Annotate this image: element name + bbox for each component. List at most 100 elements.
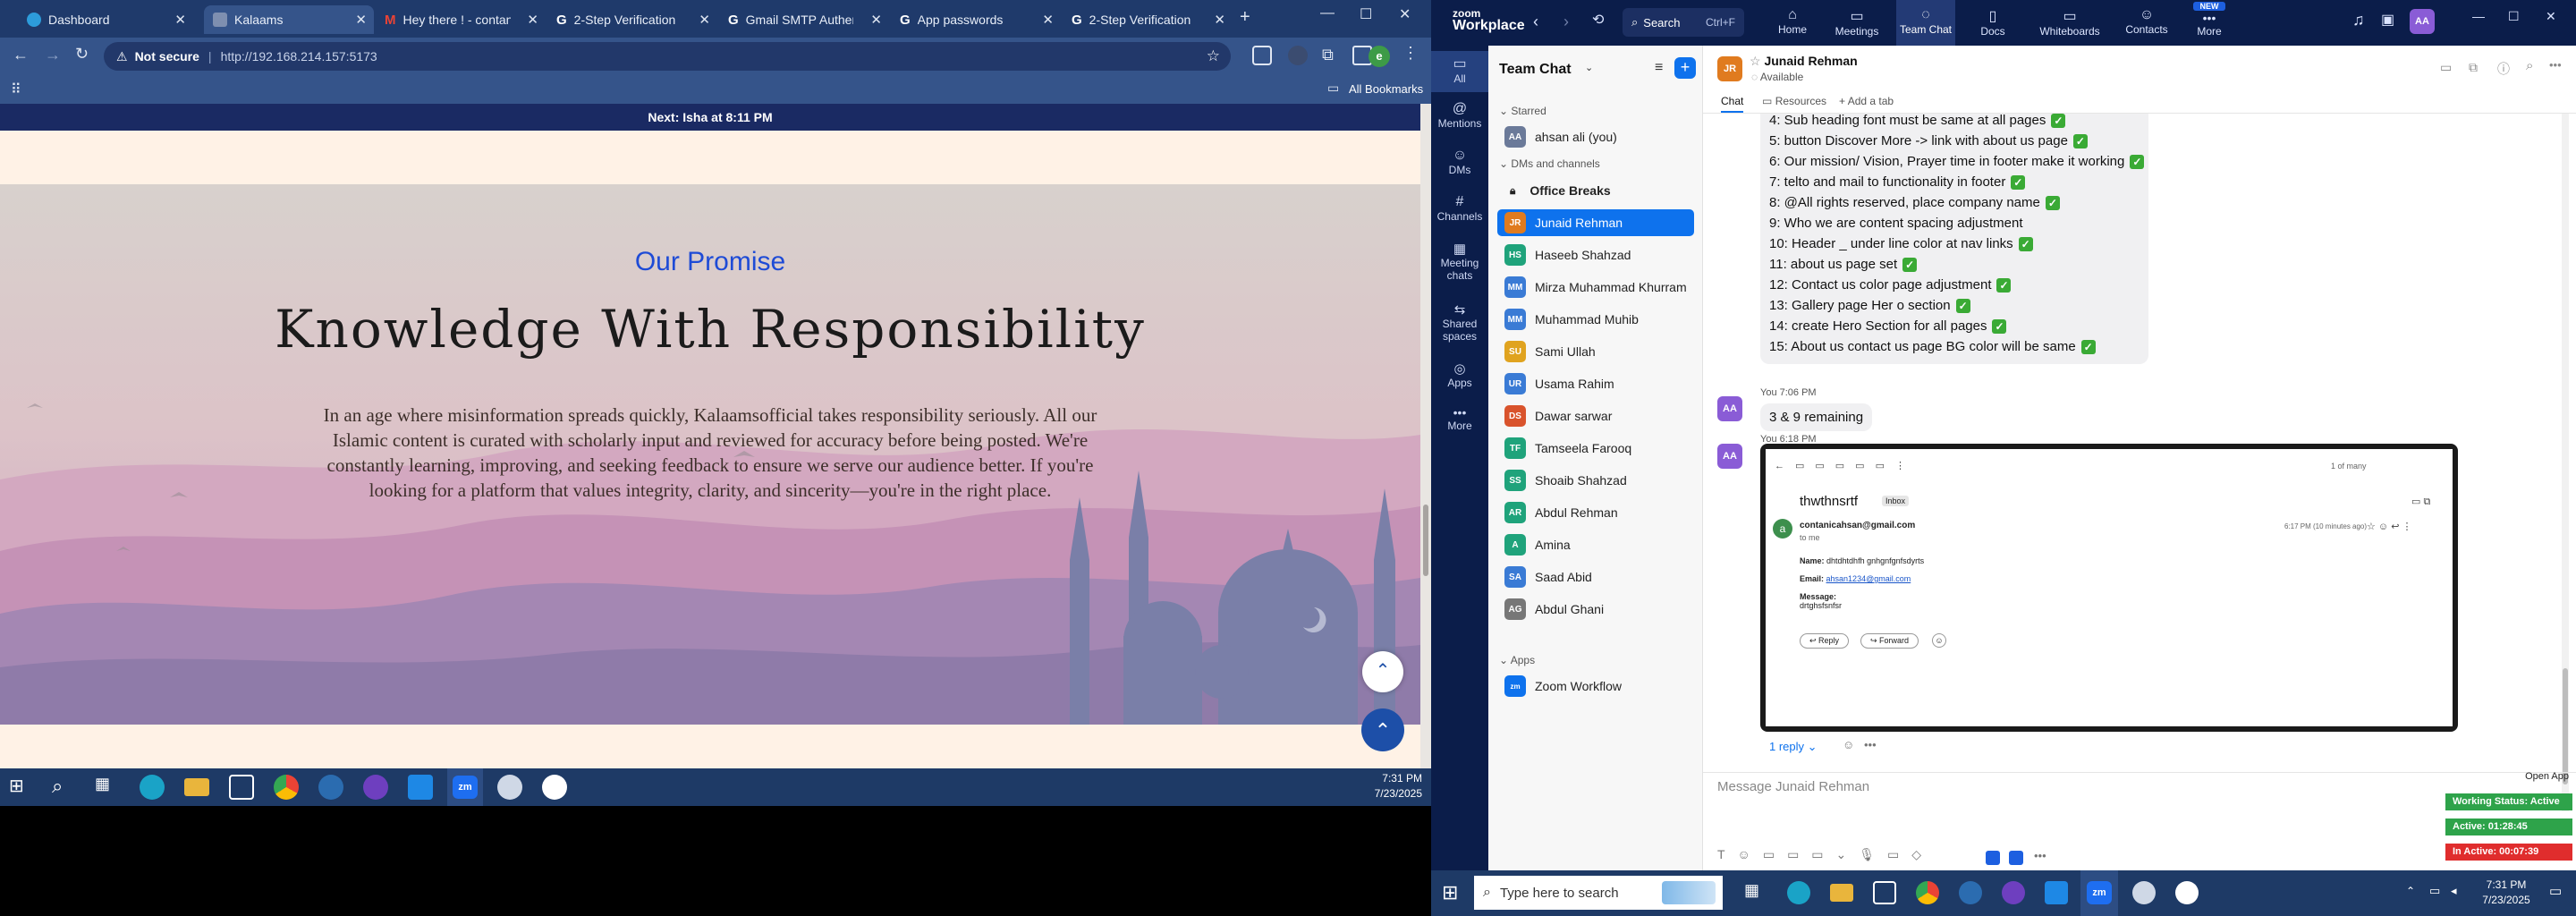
new-tab-icon[interactable]: + (1240, 7, 1250, 28)
search-icon[interactable]: ⌕ (2526, 58, 2533, 73)
volume-icon[interactable]: ◂ (2451, 884, 2457, 898)
nav-docs[interactable]: ▯ Docs (1971, 7, 2014, 38)
tab-kalaams[interactable]: Kalaams ✕ (204, 5, 374, 34)
store-icon[interactable] (229, 775, 254, 800)
add-reaction-icon[interactable]: ☺ (1843, 738, 1854, 751)
contact-item[interactable]: AG Abdul Ghani (1497, 596, 1694, 623)
puzzle-icon[interactable]: ⧉ (1322, 46, 1334, 64)
composer-toolbar-icons[interactable]: T☺▭▭▭⌄🎙︎▭◇ (1717, 847, 1934, 862)
tab-smtp[interactable]: G Gmail SMTP Authentic ✕ (719, 5, 889, 34)
contact-item[interactable]: SS Shoaib Shahzad (1497, 467, 1694, 494)
contact-self[interactable]: AA ahsan ali (you) (1497, 123, 1694, 150)
nav-whiteboards[interactable]: ▭ Whiteboards (2036, 7, 2104, 38)
rail-shared-spaces[interactable]: ⇆ Shared spaces (1431, 301, 1488, 343)
contact-item[interactable]: SU Sami Ullah (1497, 338, 1694, 365)
close-icon[interactable]: ✕ (870, 12, 882, 28)
chrome-icon[interactable] (1916, 881, 1939, 904)
chevron-down-icon[interactable]: ⌄ (1585, 62, 1593, 73)
screen-icon[interactable]: ⧉ (2469, 60, 2478, 75)
windows-start-icon[interactable]: ⊞ (1442, 881, 1458, 904)
history-icon[interactable]: ⟲ (1592, 11, 1604, 29)
dms-section[interactable]: ⌄ DMs and channels (1499, 157, 1600, 170)
scrollbar-thumb[interactable] (2563, 668, 2568, 785)
nav-team-chat[interactable]: ◌ Team Chat (1896, 0, 1955, 46)
file-explorer-icon[interactable] (1830, 884, 1853, 902)
close-icon[interactable]: ✕ (1042, 12, 1054, 28)
search-icon[interactable]: ⌕ (52, 775, 77, 800)
edge-icon[interactable] (140, 775, 165, 800)
contact-item[interactable]: MM Mirza Muhammad Khurram (1497, 274, 1694, 301)
video-icon[interactable]: ▭ (2440, 60, 2452, 75)
whiteboard-small-icon[interactable]: ▣ (2381, 11, 2394, 29)
contact-item[interactable]: JR Junaid Rehman (1497, 209, 1694, 236)
zoom-taskbar-highlight[interactable]: zm (2080, 870, 2118, 916)
app-icon[interactable] (318, 775, 343, 800)
app-icon[interactable] (542, 775, 567, 800)
nav-meetings[interactable]: ▭ Meetings (1830, 7, 1884, 38)
taskbar-search-box[interactable]: ⌕ Type here to search (1474, 876, 1723, 910)
app-shortcut-icon[interactable] (1986, 851, 2000, 865)
extension-icon[interactable] (1252, 46, 1272, 65)
nav-contacts[interactable]: ☺ Contacts (2120, 7, 2174, 36)
app-zoom-workflow[interactable]: zm Zoom Workflow (1497, 673, 1694, 700)
tab-dashboard[interactable]: Dashboard ✕ (18, 5, 193, 34)
file-explorer-icon[interactable] (184, 778, 209, 796)
more-icon[interactable]: ••• (2549, 58, 2562, 72)
address-bar[interactable]: ⚠ Not secure | http://192.168.214.157:51… (104, 42, 1231, 71)
reload-icon[interactable]: ↻ (75, 45, 89, 64)
contact-item[interactable]: A Amina (1497, 531, 1694, 558)
contact-item[interactable]: SA Saad Abid (1497, 564, 1694, 590)
more-icon[interactable]: ••• (2034, 849, 2046, 862)
tab-add[interactable]: + Add a tab (1839, 95, 1894, 107)
apps-grid-icon[interactable]: ⠿ (11, 81, 21, 98)
open-app-label[interactable]: Open App (2442, 771, 2576, 784)
store-icon[interactable] (1873, 881, 1896, 904)
user-avatar[interactable]: AA (2410, 9, 2435, 34)
rail-channels[interactable]: # Channels (1431, 194, 1488, 223)
rail-apps[interactable]: ◎ Apps (1431, 360, 1488, 389)
starred-section[interactable]: ⌄ Starred (1499, 105, 1546, 117)
message-composer[interactable]: Message Junaid Rehman (1717, 779, 2522, 833)
close-icon[interactable]: ✕ (174, 12, 186, 28)
chrome-icon[interactable] (274, 775, 299, 800)
screenshot-attachment[interactable]: ←▭▭▭▭▭⋮ 1 of many thwthnsrtf Inbox ▭ ⧉ a… (1760, 444, 2458, 732)
forward-icon[interactable]: › (1563, 13, 1569, 31)
nav-home[interactable]: ⌂ Home (1771, 7, 1814, 36)
scrollbar[interactable] (1420, 104, 1431, 768)
bell-icon[interactable]: ♫ (2352, 11, 2365, 30)
rail-more[interactable]: ••• More (1431, 405, 1488, 432)
github-icon[interactable] (363, 775, 388, 800)
close-icon[interactable]: ✕ (2546, 9, 2556, 24)
profile-avatar[interactable]: e (1368, 46, 1390, 67)
close-icon[interactable]: ✕ (527, 12, 538, 28)
close-icon[interactable]: ✕ (1214, 12, 1225, 28)
apps-section[interactable]: ⌄ Apps (1499, 654, 1535, 666)
star-icon[interactable]: ☆ (1207, 47, 1220, 65)
network-icon[interactable]: ▭ (2429, 884, 2440, 898)
maximize-icon[interactable]: ☐ (1360, 5, 1372, 23)
tray-chevron-icon[interactable]: ⌃ (2406, 885, 2415, 897)
chat-message[interactable]: 3 & 9 remaining (1760, 403, 1873, 431)
contact-item[interactable]: DS Dawar sarwar (1497, 403, 1694, 429)
forward-icon[interactable]: → (45, 46, 61, 64)
list-title[interactable]: Team Chat (1499, 62, 1572, 78)
filter-icon[interactable]: ≡ (1655, 60, 1663, 76)
back-to-top-button[interactable]: ⌃ (1361, 708, 1404, 751)
menu-icon[interactable]: ⋮ (1402, 44, 1419, 63)
tab-2step[interactable]: G 2-Step Verification ✕ (547, 5, 717, 34)
task-view-icon[interactable]: ▦ (95, 775, 120, 800)
chat-avatar[interactable]: JR (1717, 56, 1742, 81)
scrollbar-thumb[interactable] (1423, 505, 1428, 576)
app-icon[interactable] (2175, 881, 2199, 904)
vscode-icon[interactable] (408, 775, 433, 800)
app-icon[interactable] (1959, 881, 1982, 904)
task-view-icon[interactable]: ▦ (1744, 881, 1759, 900)
all-bookmarks-link[interactable]: All Bookmarks (1349, 82, 1423, 96)
channel-office-breaks[interactable]: 🔒︎ Office Breaks (1497, 177, 1694, 204)
contact-item[interactable]: UR Usama Rahim (1497, 370, 1694, 397)
info-icon[interactable]: ⓘ (2497, 60, 2510, 78)
maximize-icon[interactable]: ☐ (2508, 9, 2520, 24)
tab-app-passwords[interactable]: G App passwords ✕ (891, 5, 1061, 34)
rail-meeting-chats[interactable]: ▦ Meeting chats (1431, 241, 1488, 282)
tab-2step-b[interactable]: G 2-Step Verification ✕ (1063, 5, 1233, 34)
